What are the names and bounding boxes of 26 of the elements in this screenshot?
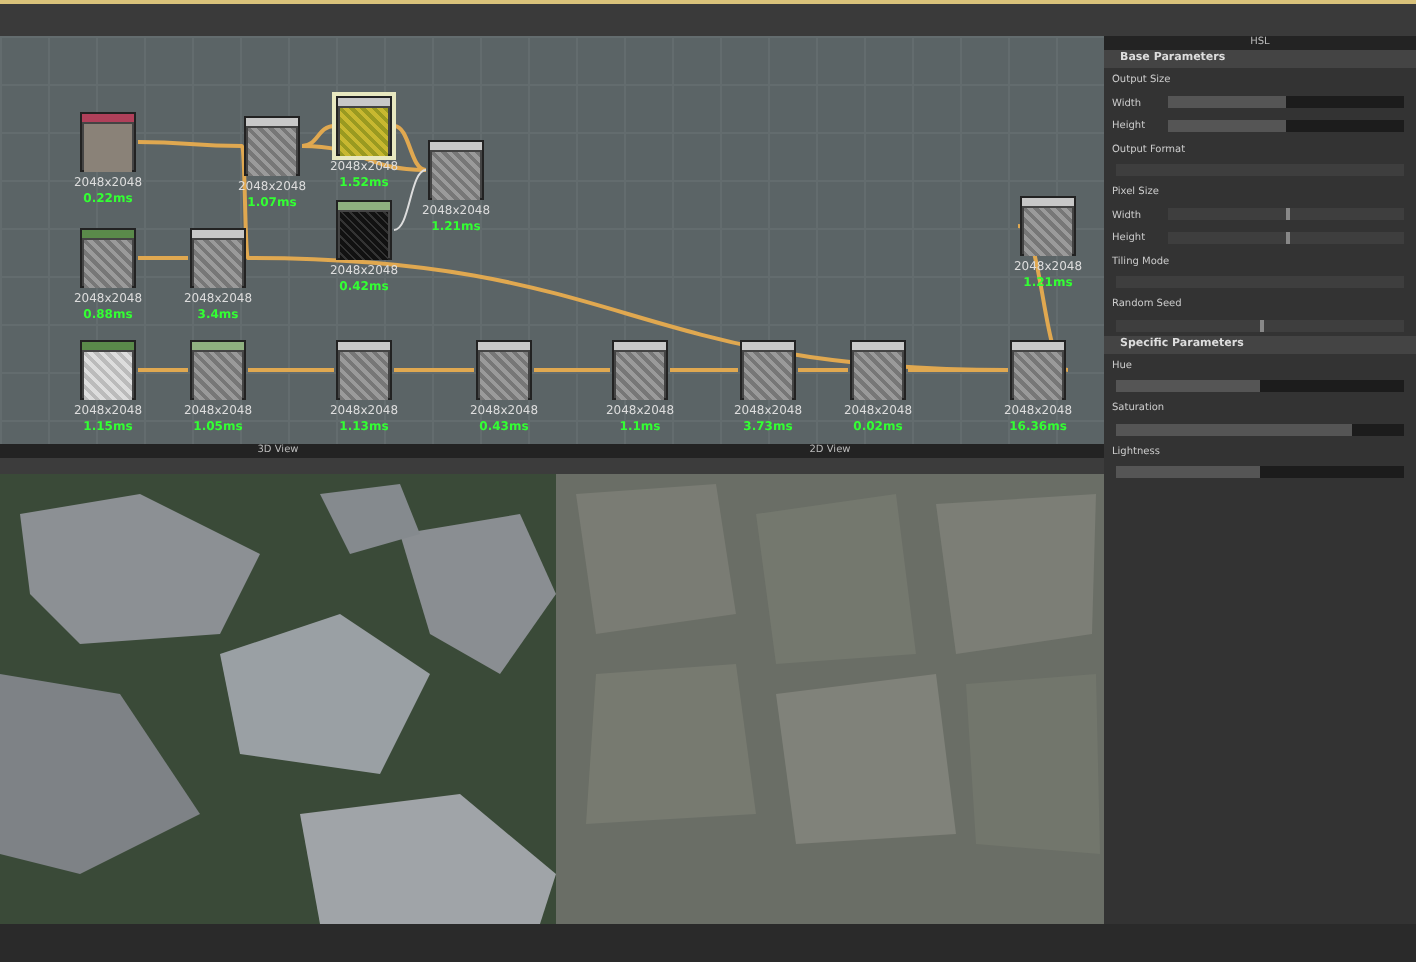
slider-track[interactable]	[1116, 319, 1404, 331]
slider-track[interactable]	[1116, 423, 1404, 435]
slider-track[interactable]	[1168, 208, 1404, 221]
graph-node[interactable]	[190, 340, 246, 400]
graph-node[interactable]	[80, 340, 136, 400]
graph-node[interactable]	[740, 340, 796, 400]
graph-node[interactable]	[428, 140, 484, 200]
graph-node[interactable]	[1010, 340, 1066, 400]
slider-track[interactable]	[1116, 380, 1404, 392]
graph-node[interactable]	[336, 340, 392, 400]
graph-node[interactable]	[1020, 196, 1076, 256]
slider-track[interactable]	[1168, 119, 1404, 132]
connection-wire	[138, 256, 188, 260]
graph-node[interactable]	[190, 228, 246, 288]
slider-track[interactable]	[1168, 96, 1404, 109]
graph-node[interactable]	[80, 228, 136, 288]
connection-wire	[138, 368, 188, 372]
slider-track[interactable]	[1168, 231, 1404, 244]
graph-node[interactable]	[80, 112, 136, 172]
graph-node[interactable]	[612, 340, 668, 400]
graph-node[interactable]	[336, 96, 392, 156]
slider-track[interactable]	[1116, 466, 1404, 478]
graph-node[interactable]	[244, 116, 300, 176]
graph-node[interactable]	[850, 340, 906, 400]
graph-node[interactable]	[336, 200, 392, 260]
graph-node[interactable]	[476, 340, 532, 400]
